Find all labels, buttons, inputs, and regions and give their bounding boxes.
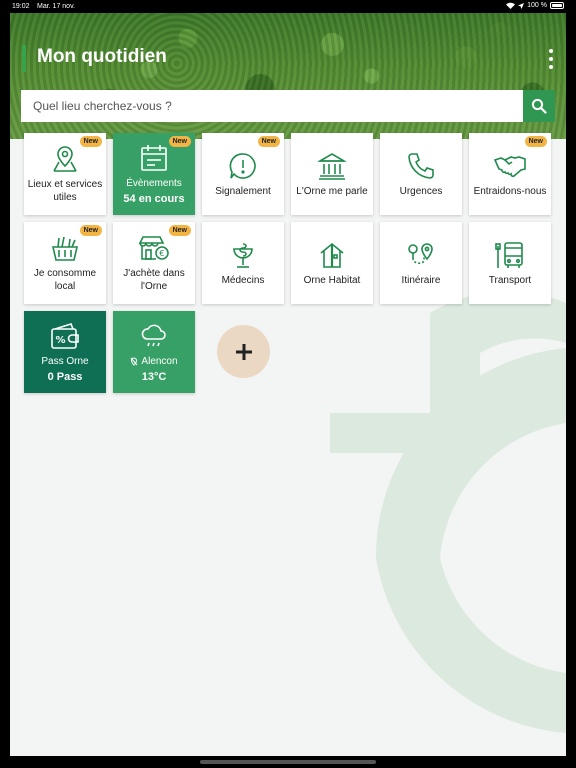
- tile-itineraire[interactable]: Itinéraire: [380, 222, 462, 304]
- shop-icon: €: [138, 236, 169, 260]
- tile-evenements[interactable]: New Évènements 54 en cours: [113, 133, 195, 215]
- tile-orne-me-parle[interactable]: L'Orne me parle: [291, 133, 373, 215]
- bus-icon: [495, 241, 523, 268]
- tile-label: Transport: [488, 274, 532, 286]
- svg-text:€: €: [159, 249, 164, 258]
- city-name: Alencon: [141, 355, 178, 367]
- route-icon: [408, 242, 433, 264]
- wifi-icon: [506, 2, 516, 9]
- events-count: 54 en cours: [123, 192, 185, 205]
- search-input[interactable]: [21, 90, 523, 122]
- weather-icon: [141, 324, 166, 346]
- battery-percent: 100 %: [527, 2, 547, 9]
- tile-label: L'Orne me parle: [296, 185, 368, 197]
- new-badge: New: [524, 136, 547, 147]
- search-icon: [531, 98, 547, 114]
- status-bar: 19:02 Mar. 17 nov. 100 %: [0, 0, 576, 13]
- new-badge: New: [79, 136, 102, 147]
- tile-label: Pass Orne: [41, 355, 89, 367]
- new-badge: New: [257, 136, 280, 147]
- house-icon: [320, 242, 344, 268]
- tile-label: Entraidons-nous: [473, 185, 547, 197]
- tile-transport[interactable]: Transport: [469, 222, 551, 304]
- tile-meteo[interactable]: Alencon 13°C: [113, 311, 195, 393]
- tile-label: Signalement: [215, 185, 271, 197]
- alert-icon: [229, 152, 256, 179]
- city-label-row: Alencon: [130, 355, 178, 368]
- search-button[interactable]: [523, 90, 555, 122]
- tile-label: J'achète dans l'Orne: [123, 268, 185, 292]
- phone-icon: [408, 152, 434, 179]
- tile-label: Médecins: [221, 274, 265, 286]
- tile-label: Itinéraire: [401, 274, 441, 286]
- new-badge: New: [79, 225, 102, 236]
- tile-urgences[interactable]: Urgences: [380, 133, 462, 215]
- tile-lieux-services[interactable]: New Lieux et services utiles: [24, 133, 106, 215]
- tile-entraidons-nous[interactable]: New Entraidons-nous: [469, 133, 551, 215]
- title-accent: [22, 45, 26, 72]
- location-icon: [518, 2, 525, 9]
- tile-orne-habitat[interactable]: Orne Habitat: [291, 222, 373, 304]
- map-pin-icon: [53, 146, 77, 172]
- tile-medecins[interactable]: Médecins: [202, 222, 284, 304]
- status-time: 19:02: [12, 3, 30, 10]
- add-tile-button[interactable]: [217, 325, 270, 378]
- calendar-icon: [141, 144, 167, 171]
- new-badge: New: [168, 136, 191, 147]
- search-bar: [21, 90, 555, 122]
- building-icon: [317, 152, 347, 180]
- page-title: Mon quotidien: [37, 46, 167, 67]
- location-off-icon: [131, 356, 138, 366]
- plus-icon: [235, 343, 252, 360]
- tile-label: Je consomme local: [33, 268, 97, 292]
- temperature: 13°C: [141, 370, 167, 383]
- app-screen: Mon quotidien New Lieux et services util…: [10, 13, 566, 756]
- svg-text:%: %: [56, 335, 66, 346]
- tile-label: Orne Habitat: [303, 274, 361, 286]
- status-date: Mar. 17 nov.: [37, 3, 76, 10]
- tile-label: Lieux et services utiles: [27, 179, 103, 203]
- tile-j-achete-dans-l-orne[interactable]: New € J'achète dans l'Orne: [113, 222, 195, 304]
- caduceus-icon: [233, 242, 253, 268]
- new-badge: New: [168, 225, 191, 236]
- wallet-icon: %: [51, 322, 79, 349]
- home-indicator[interactable]: [200, 760, 376, 764]
- tile-label: Évènements: [126, 177, 182, 189]
- tile-je-consomme-local[interactable]: New Je consomme local: [24, 222, 106, 304]
- tile-signalement[interactable]: New Signalement: [202, 133, 284, 215]
- basket-icon: [51, 236, 79, 261]
- more-menu-button[interactable]: [546, 49, 556, 69]
- tile-label: Urgences: [399, 185, 443, 197]
- tile-pass-orne[interactable]: % Pass Orne 0 Pass: [24, 311, 106, 393]
- status-right: 100 %: [506, 2, 564, 9]
- pass-count: 0 Pass: [47, 370, 83, 383]
- handshake-icon: [494, 155, 526, 177]
- battery-icon: [550, 2, 564, 9]
